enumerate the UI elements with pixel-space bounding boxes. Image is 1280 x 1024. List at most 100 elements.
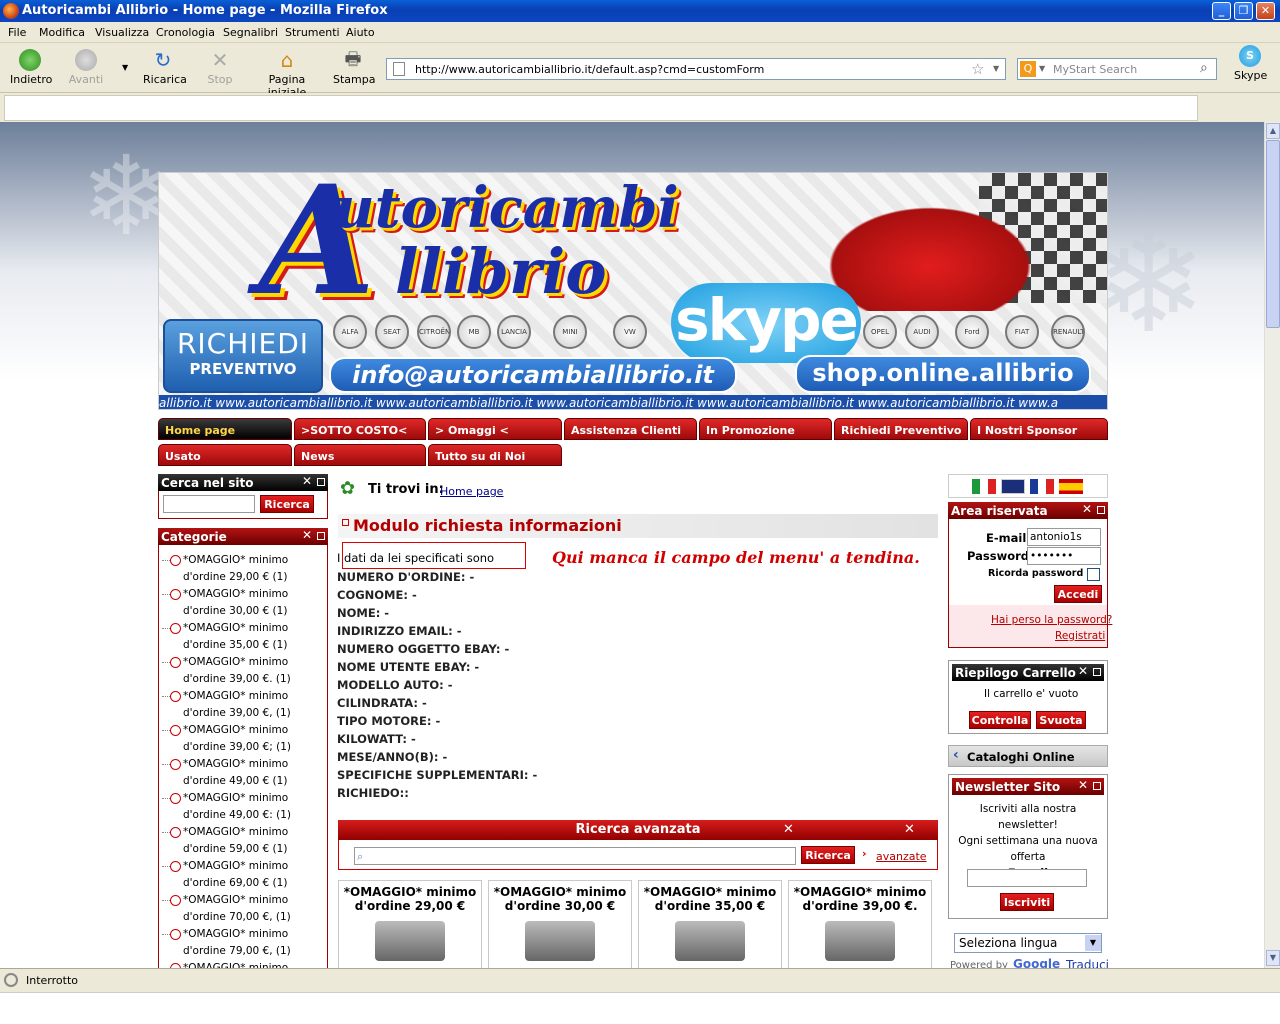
shop-online-banner-link[interactable]: shop.online.allibrio	[795, 355, 1091, 393]
print-button[interactable]: 🖶 Stampa	[333, 49, 375, 86]
category-item[interactable]: *OMAGGIO* minimo d'ordine 70,00 €, (1)	[160, 892, 326, 926]
menu-cronologia[interactable]: Cronologia	[156, 26, 215, 39]
history-dropdown-icon[interactable]: ▼	[122, 63, 128, 72]
product-card[interactable]: *OMAGGIO* minimo d'ordine 30,00 €	[488, 880, 632, 968]
product-card[interactable]: *OMAGGIO* minimo d'ordine 35,00 €	[638, 880, 782, 968]
product-card[interactable]: *OMAGGIO* minimo d'ordine 39,00 €.	[788, 880, 932, 968]
bookmark-star-icon[interactable]: ☆	[971, 60, 984, 78]
scrollbar-thumb[interactable]	[1266, 140, 1280, 328]
product-card[interactable]: *OMAGGIO* minimo d'ordine 29,00 €	[338, 880, 482, 968]
login-password-input[interactable]: •••••••	[1027, 547, 1101, 565]
login-button[interactable]: Accedi	[1054, 585, 1102, 603]
lost-password-link[interactable]: Hai perso la password?	[991, 614, 1112, 626]
flag-spain-icon[interactable]	[1059, 479, 1083, 494]
email-banner-link[interactable]: info@autoricambiallibrio.it	[329, 357, 737, 393]
flag-uk-icon[interactable]	[1001, 479, 1025, 494]
home-button[interactable]: ⌂ Pagina iniziale	[252, 49, 322, 99]
flag-italy-icon[interactable]	[972, 479, 996, 494]
maximize-icon[interactable]: ❐	[1234, 2, 1253, 20]
minimize-icon[interactable]: _	[1212, 2, 1231, 20]
maximize-icon[interactable]	[317, 532, 325, 540]
tab-usato[interactable]: Usato	[158, 444, 292, 466]
language-select[interactable]: Seleziona lingua ▼	[954, 933, 1102, 953]
menu-strumenti[interactable]: Strumenti	[285, 26, 340, 39]
flag-france-icon[interactable]	[1030, 479, 1054, 494]
login-email-input[interactable]: antonio1s	[1027, 528, 1101, 546]
maximize-icon[interactable]	[1093, 782, 1101, 790]
search-engine-dropdown-icon[interactable]: ▼	[1039, 64, 1045, 73]
scroll-up-icon[interactable]: ▲	[1266, 123, 1280, 139]
remember-checkbox[interactable]	[1087, 568, 1100, 581]
category-item[interactable]: *OMAGGIO* minimo d'ordine 30,00 € (1)	[160, 586, 326, 620]
tab-assistenza-clienti[interactable]: Assistenza Clienti	[564, 418, 697, 440]
tab-richiedi-preventivo[interactable]: Richiedi Preventivo	[834, 418, 968, 440]
stop-button[interactable]: ✕ Stop	[207, 49, 233, 86]
url-dropdown-icon[interactable]: ▼	[993, 64, 999, 73]
site-search-input[interactable]	[163, 495, 255, 513]
online-catalogs-link[interactable]: ‹ Cataloghi Online	[948, 745, 1108, 767]
tab-omaggi[interactable]: > Omaggi <	[428, 418, 562, 440]
newsletter-email-input[interactable]	[967, 869, 1087, 887]
register-link[interactable]: Registrati	[1055, 630, 1105, 642]
product-image[interactable]	[825, 921, 895, 961]
category-item[interactable]: *OMAGGIO* minimo d'ordine 35,00 € (1)	[160, 620, 326, 654]
category-item[interactable]: *OMAGGIO* minimo d'ordine 49,00 €: (1)	[160, 790, 326, 824]
site-search-button[interactable]: Ricerca	[260, 495, 314, 513]
site-banner[interactable]: A utoricambi llibrio RICHIEDI PREVENTIVO…	[158, 172, 1108, 410]
tab-i-nostri-sponsor[interactable]: I Nostri Sponsor	[970, 418, 1108, 440]
scroll-down-icon[interactable]: ▼	[1266, 950, 1280, 966]
translate-link[interactable]: Traduci	[1066, 958, 1109, 968]
maximize-icon[interactable]	[1097, 506, 1105, 514]
search-input[interactable]: Q ▼ MyStart Search ⌕	[1017, 58, 1217, 80]
tab-tutto-su-di-noi[interactable]: Tutto su di Noi	[428, 444, 562, 466]
menu-aiuto[interactable]: Aiuto	[346, 26, 375, 39]
chevron-down-icon[interactable]: ▼	[1085, 935, 1101, 951]
newsletter-subscribe-button[interactable]: Iscriviti	[1000, 893, 1054, 911]
close-icon[interactable]: ✕	[904, 820, 915, 840]
product-image[interactable]	[675, 921, 745, 961]
advanced-search-button[interactable]: Ricerca	[801, 846, 855, 864]
forward-button[interactable]: Avanti	[68, 49, 104, 86]
close-icon[interactable]: ✕	[1082, 502, 1092, 516]
category-item[interactable]: *OMAGGIO* minimo d'ordine 49,00 € (1)	[160, 756, 326, 790]
menu-visualizza[interactable]: Visualizza	[95, 26, 149, 39]
product-image[interactable]	[525, 921, 595, 961]
back-button[interactable]: Indietro	[10, 49, 52, 86]
search-icon[interactable]: ⌕	[1200, 60, 1208, 76]
category-item[interactable]: *OMAGGIO* minimo d'ordine 39,00 €. (1)	[160, 654, 326, 688]
reload-button[interactable]: ↻ Ricarica	[143, 49, 187, 86]
advanced-search-link[interactable]: avanzate	[876, 850, 927, 863]
window-title-bar[interactable]: Autoricambi Allibrio - Home page - Mozil…	[0, 0, 1280, 22]
tab-sotto-costo[interactable]: >SOTTO COSTO<	[294, 418, 426, 440]
address-bar[interactable]: http://www.autoricambiallibrio.it/defaul…	[386, 58, 1006, 80]
category-item[interactable]: *OMAGGIO* minimo d'ordine 59,00 € (1)	[160, 824, 326, 858]
maximize-icon[interactable]	[317, 478, 325, 486]
category-item[interactable]: *OMAGGIO* minimo d'ordine 69,00 € (1)	[160, 858, 326, 892]
close-icon[interactable]: ✕	[1078, 778, 1088, 792]
tab-in-promozione[interactable]: In Promozione	[699, 418, 832, 440]
maximize-icon[interactable]	[1093, 668, 1101, 676]
menu-file[interactable]: File	[8, 26, 26, 39]
breadcrumb-home-link[interactable]: Home page	[440, 485, 503, 498]
category-item[interactable]: *OMAGGIO* minimo d'ordine 79,00 €, (1)	[160, 926, 326, 960]
vertical-scrollbar[interactable]: ▲ ▼	[1264, 122, 1280, 968]
category-item[interactable]: *OMAGGIO* minimo d'ordine 39,00 €; (1)	[160, 722, 326, 756]
close-icon[interactable]: ✕	[783, 820, 794, 840]
category-item[interactable]: *OMAGGIO* minimo d'ordine 29,00 € (1)	[160, 552, 326, 586]
tab-home-page[interactable]: Home page	[158, 418, 292, 440]
skype-logo[interactable]: skype	[671, 283, 861, 363]
menu-modifica[interactable]: Modifica	[39, 26, 85, 39]
richiedi-preventivo-banner-button[interactable]: RICHIEDI PREVENTIVO	[163, 319, 323, 393]
close-icon[interactable]: ✕	[302, 528, 312, 542]
menu-segnalibri[interactable]: Segnalibri	[223, 26, 278, 39]
search-engine-icon[interactable]: Q	[1020, 61, 1036, 77]
close-icon[interactable]: ✕	[302, 474, 312, 488]
category-item[interactable]: *OMAGGIO* minimo d'ordine	[160, 960, 326, 968]
cart-empty-button[interactable]: Svuota	[1036, 711, 1086, 729]
advanced-search-input[interactable]: ⌕	[354, 847, 796, 865]
product-image[interactable]	[375, 921, 445, 961]
cart-check-button[interactable]: Controlla	[969, 711, 1031, 729]
tab-news[interactable]: News	[294, 444, 426, 466]
skype-button[interactable]: S Skype	[1234, 45, 1267, 82]
category-item[interactable]: *OMAGGIO* minimo d'ordine 39,00 €, (1)	[160, 688, 326, 722]
